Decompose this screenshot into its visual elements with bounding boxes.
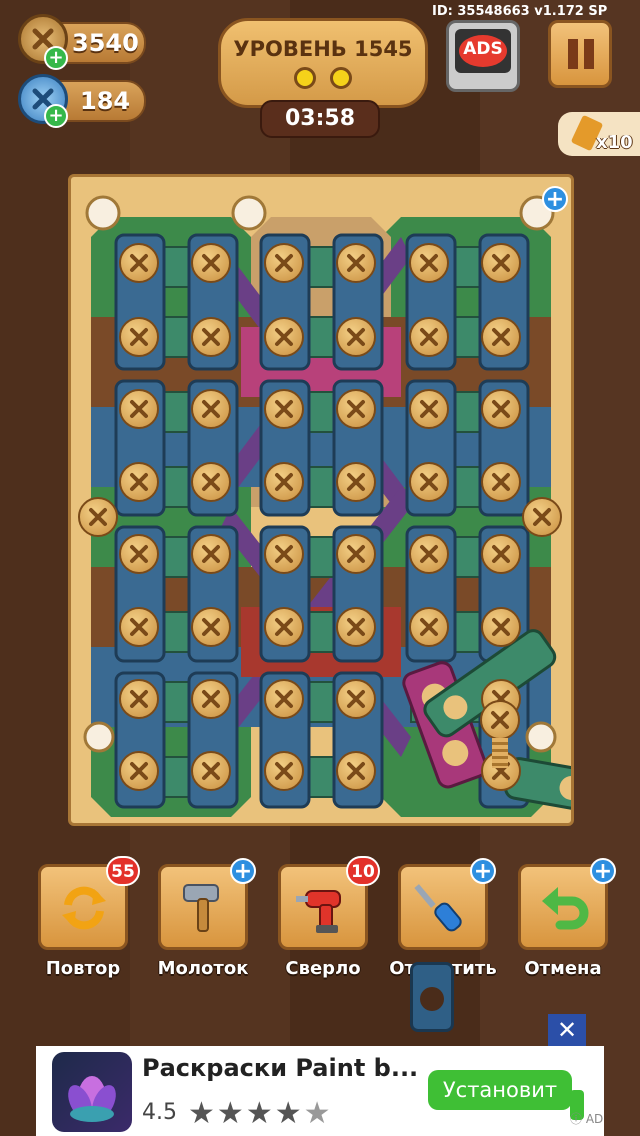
screw-icon[interactable] xyxy=(336,243,376,283)
add-coins-button[interactable]: + xyxy=(44,46,68,70)
screw-icon[interactable] xyxy=(409,534,449,574)
add-gems-button[interactable]: + xyxy=(44,104,68,128)
ad-banner[interactable]: Раскраски Paint b... 4.5 ★★★★★ Установит… xyxy=(36,1046,604,1136)
star-icon: ★ xyxy=(188,1096,217,1131)
screw-shaft xyxy=(492,738,508,768)
screw-icon[interactable] xyxy=(409,607,449,647)
screw-icon[interactable] xyxy=(119,751,159,791)
screw-icon[interactable] xyxy=(119,317,159,357)
uses-count-badge: 10 xyxy=(346,856,380,886)
screw-icon[interactable] xyxy=(191,534,231,574)
undo-arrow-icon xyxy=(534,877,594,937)
screw-icon[interactable] xyxy=(336,462,376,502)
half-star-icon: ★ xyxy=(303,1096,333,1131)
screw-icon[interactable] xyxy=(481,534,521,574)
screw-icon[interactable] xyxy=(409,389,449,429)
screw-icon[interactable] xyxy=(336,751,376,791)
screw-icon[interactable] xyxy=(481,607,521,647)
screw-icon[interactable] xyxy=(191,679,231,719)
star-icon: ★ xyxy=(274,1096,304,1131)
uses-count-badge: 55 xyxy=(106,856,140,886)
ad-mark: ⓘ AD xyxy=(570,1112,604,1126)
timer-box: 03:58 xyxy=(260,100,380,138)
ad-title: Раскраски Paint b... xyxy=(142,1054,419,1082)
ad-rating: 4.5 xyxy=(142,1100,177,1125)
level-label: УРОВЕНЬ 1545 xyxy=(233,37,413,61)
tool-drill-label: Сверло xyxy=(285,958,361,979)
replay-arrows-icon xyxy=(54,877,114,937)
add-hole-button[interactable]: + xyxy=(542,186,568,212)
pause-button[interactable] xyxy=(548,20,612,88)
screw-icon[interactable] xyxy=(191,751,231,791)
screw-icon[interactable] xyxy=(522,497,562,537)
screw-icon[interactable] xyxy=(119,607,159,647)
star-icon: ★ xyxy=(245,1096,275,1131)
screw-icon[interactable] xyxy=(264,389,304,429)
progress-dot-icon xyxy=(294,67,317,89)
drill-icon xyxy=(294,877,354,937)
buy-more-button[interactable]: + xyxy=(590,858,616,884)
screw-icon[interactable] xyxy=(264,679,304,719)
screw-icon[interactable] xyxy=(264,243,304,283)
screw-icon[interactable] xyxy=(336,607,376,647)
tv-icon: ADS xyxy=(455,29,511,73)
screw-icon[interactable] xyxy=(336,679,376,719)
screw-icon[interactable] xyxy=(264,317,304,357)
ads-button[interactable]: ADS xyxy=(446,20,520,92)
build-info: ID: 35548663 v1.172 SP xyxy=(432,4,608,19)
screw-icon[interactable] xyxy=(336,534,376,574)
screw-icon[interactable] xyxy=(191,462,231,502)
hammer-icon xyxy=(174,877,234,937)
screw-icon[interactable] xyxy=(336,317,376,357)
screw-icon[interactable] xyxy=(119,243,159,283)
hint-count: x10 xyxy=(596,132,633,153)
screw-icon[interactable] xyxy=(264,462,304,502)
hint-button[interactable]: x10 xyxy=(558,112,640,156)
screw-icon[interactable] xyxy=(480,700,520,740)
buy-more-button[interactable]: + xyxy=(230,858,256,884)
screwdriver-icon xyxy=(414,877,474,937)
screw-icon[interactable] xyxy=(119,389,159,429)
install-button[interactable]: Установит xyxy=(428,1070,572,1110)
level-sign: УРОВЕНЬ 1545 xyxy=(218,18,428,108)
screw-icon[interactable] xyxy=(409,243,449,283)
timer: 03:58 xyxy=(284,106,356,131)
gem-count: 184 xyxy=(80,87,131,115)
tool-undo-label: Отмена xyxy=(524,958,602,979)
progress-dot-icon xyxy=(329,67,352,89)
screw-icon[interactable] xyxy=(191,607,231,647)
screw-icon[interactable] xyxy=(264,751,304,791)
ad-close-button[interactable]: ✕ xyxy=(548,1014,586,1046)
screw-icon[interactable] xyxy=(336,389,376,429)
ads-label: ADS xyxy=(463,39,503,59)
app-icon xyxy=(52,1052,132,1132)
star-icon: ★ xyxy=(216,1096,246,1131)
screw-icon[interactable] xyxy=(481,317,521,357)
screw-icon[interactable] xyxy=(481,243,521,283)
screw-icon[interactable] xyxy=(119,679,159,719)
tool-hammer-label: Молоток xyxy=(157,958,249,979)
screw-icon[interactable] xyxy=(409,317,449,357)
falling-plank-piece xyxy=(410,962,454,1032)
screw-icon[interactable] xyxy=(409,462,449,502)
coin-count: 3540 xyxy=(72,29,139,57)
screw-icon[interactable] xyxy=(264,534,304,574)
screw-icon[interactable] xyxy=(119,534,159,574)
screw-icon[interactable] xyxy=(264,607,304,647)
screw-icon[interactable] xyxy=(191,243,231,283)
rating-stars: ★★★★★ xyxy=(188,1096,333,1131)
screw-icon[interactable] xyxy=(78,497,118,537)
screw-icon[interactable] xyxy=(481,462,521,502)
pause-icon xyxy=(568,39,578,69)
buy-more-button[interactable]: + xyxy=(470,858,496,884)
screw-icon[interactable] xyxy=(191,317,231,357)
tool-replay-label: Повтор xyxy=(45,958,121,979)
screw-icon[interactable] xyxy=(481,389,521,429)
screw-icon[interactable] xyxy=(119,462,159,502)
screw-icon[interactable] xyxy=(191,389,231,429)
